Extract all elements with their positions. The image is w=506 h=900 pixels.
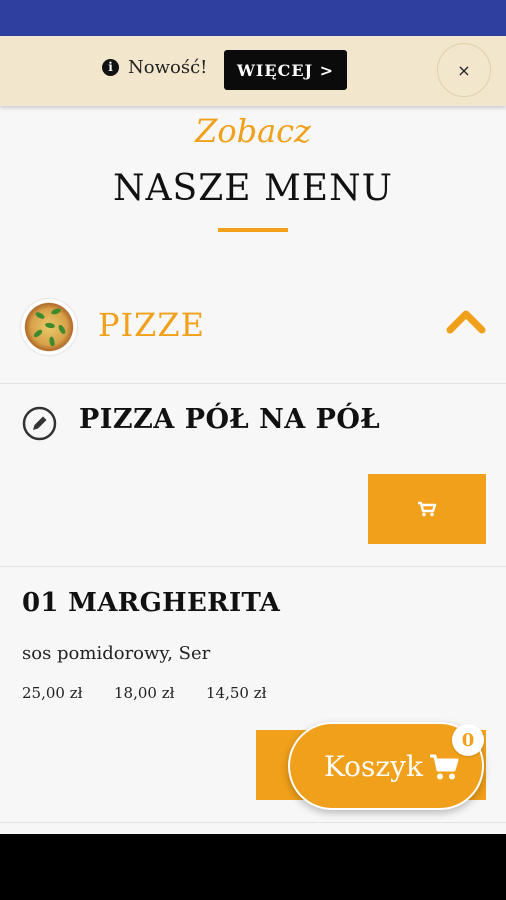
price-small: 14,50 zł xyxy=(206,684,267,702)
cart-icon xyxy=(418,501,437,517)
price-medium: 18,00 zł xyxy=(114,684,175,702)
item-description: sos pomidorowy, Ser xyxy=(22,643,211,664)
item-title: 01 MARGHERITA xyxy=(22,588,281,618)
divider xyxy=(0,383,506,384)
section-subtitle: Zobacz xyxy=(195,112,311,150)
add-to-cart-button[interactable] xyxy=(368,474,486,544)
divider xyxy=(0,566,506,567)
price-large: 25,00 zł xyxy=(22,684,83,702)
edit-icon xyxy=(22,406,57,441)
info-icon: i xyxy=(102,59,119,76)
news-text: Nowość! xyxy=(128,57,208,78)
more-button[interactable]: WIĘCEJ > xyxy=(224,50,347,90)
title-underline xyxy=(218,228,288,232)
category-title[interactable]: PIZZE xyxy=(98,306,205,344)
cart-count-badge: 0 xyxy=(452,724,484,756)
divider xyxy=(0,822,506,823)
page-title: NASZE MENU xyxy=(113,168,393,209)
close-icon[interactable]: × xyxy=(437,43,491,97)
system-navigation-bar xyxy=(0,834,506,900)
item-title: PIZZA PÓŁ NA PÓŁ xyxy=(79,404,381,435)
chevron-up-icon[interactable] xyxy=(446,308,486,334)
pizza-thumbnail xyxy=(21,299,77,355)
basket-label: Koszyk xyxy=(324,750,423,783)
cart-icon xyxy=(430,754,459,780)
status-bar xyxy=(0,0,506,36)
